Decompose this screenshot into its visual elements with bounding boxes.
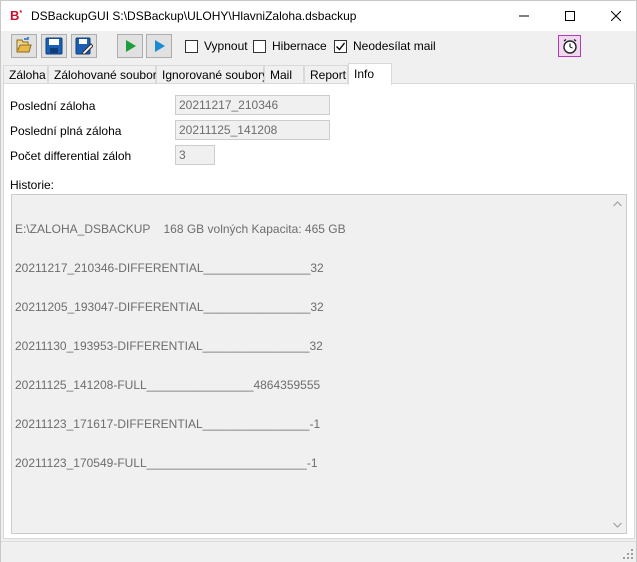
- checkbox-label: Vypnout: [204, 39, 248, 53]
- checkmark-icon: [336, 42, 346, 51]
- tab-info[interactable]: Info: [348, 63, 392, 85]
- scroll-down-button[interactable]: [609, 516, 626, 533]
- info-panel: Poslední záloha 20211217_210346 Poslední…: [3, 83, 635, 539]
- history-label: Historie:: [10, 178, 55, 192]
- history-line: 20211205_193047-DIFFERENTIAL____________…: [15, 300, 324, 314]
- last-full-backup-field[interactable]: 20211125_141208: [175, 120, 330, 140]
- open-icon: [16, 37, 32, 53]
- minimize-button[interactable]: [501, 1, 547, 31]
- tab-zalohovane-soubory[interactable]: Zálohované soubory: [48, 65, 163, 84]
- tab-report[interactable]: Report: [304, 65, 348, 84]
- title-bar: B* DSBackupGUI S:\DSBackup\ULOHY\HlavniZ…: [1, 1, 636, 31]
- edit-button[interactable]: [71, 34, 97, 58]
- save-icon: [45, 37, 63, 55]
- edit-icon: [75, 37, 93, 55]
- save-button[interactable]: [41, 34, 67, 58]
- step-button[interactable]: [146, 34, 172, 58]
- scroll-up-button[interactable]: [609, 195, 626, 212]
- tab-zaloha[interactable]: Záloha: [3, 65, 48, 84]
- history-line: E:\ZALOHA_DSBACKUP 168 GB volných Kapaci…: [15, 222, 346, 236]
- app-logo-icon: B*: [10, 8, 23, 23]
- history-textarea[interactable]: E:\ZALOHA_DSBACKUP 168 GB volných Kapaci…: [11, 194, 627, 534]
- diff-count-label: Počet differential záloh: [10, 149, 132, 163]
- history-scrollbar[interactable]: [609, 195, 626, 533]
- schedule-button[interactable]: [558, 35, 581, 57]
- last-full-backup-label: Poslední plná záloha: [10, 124, 122, 138]
- maximize-button[interactable]: [547, 1, 593, 31]
- open-button[interactable]: [11, 34, 37, 58]
- hibernate-checkbox[interactable]: Hibernace: [253, 39, 327, 53]
- window-title: DSBackupGUI S:\DSBackup\ULOHY\HlavniZalo…: [31, 9, 357, 23]
- minimize-icon: [519, 15, 529, 17]
- chevron-down-icon: [613, 522, 622, 528]
- close-icon: [611, 11, 621, 21]
- status-bar: [1, 541, 636, 562]
- toolbar: Vypnout Hibernace Neodesílat mail: [1, 31, 636, 62]
- history-line: 20211130_193953-DIFFERENTIAL____________…: [15, 339, 323, 353]
- no-mail-checkbox[interactable]: Neodesílat mail: [334, 39, 436, 53]
- checkbox-box[interactable]: [334, 39, 347, 53]
- schedule-clock-icon: [562, 38, 577, 54]
- step-icon: [155, 40, 165, 52]
- resize-grip-icon[interactable]: [623, 549, 633, 559]
- last-backup-label: Poslední záloha: [10, 99, 96, 113]
- history-line: 20211123_170549-FULL____________________…: [15, 456, 318, 470]
- history-line: 20211217_210346-DIFFERENTIAL____________…: [15, 261, 324, 275]
- close-button[interactable]: [593, 1, 637, 31]
- history-lines: E:\ZALOHA_DSBACKUP 168 GB volných Kapaci…: [15, 197, 608, 496]
- tab-ignorovane-soubory[interactable]: Ignorované soubory: [156, 65, 268, 84]
- tab-strip: Záloha Zálohované soubory Ignorované sou…: [3, 63, 633, 85]
- checkbox-box[interactable]: [185, 39, 198, 53]
- last-backup-field[interactable]: 20211217_210346: [175, 95, 330, 115]
- diff-count-field[interactable]: 3: [175, 145, 215, 165]
- checkbox-label: Hibernace: [272, 39, 327, 53]
- shutdown-checkbox[interactable]: Vypnout: [185, 39, 248, 53]
- run-button[interactable]: [117, 34, 143, 58]
- app-window: B* DSBackupGUI S:\DSBackup\ULOHY\HlavniZ…: [0, 0, 637, 562]
- tab-mail[interactable]: Mail: [264, 65, 304, 84]
- checkbox-label: Neodesílat mail: [353, 39, 436, 53]
- history-line: 20211123_171617-DIFFERENTIAL____________…: [15, 417, 321, 431]
- history-line: 20211125_141208-FULL________________4864…: [15, 378, 321, 392]
- run-icon: [126, 40, 136, 52]
- maximize-icon: [565, 11, 575, 21]
- checkbox-box[interactable]: [253, 39, 266, 53]
- chevron-up-icon: [613, 200, 622, 206]
